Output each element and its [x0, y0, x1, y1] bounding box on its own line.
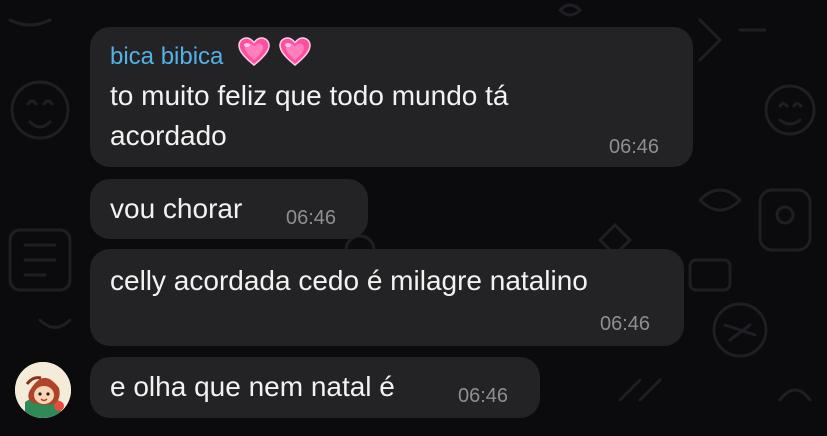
message-bubble[interactable]: bica bibica to muito feliz que todo mund…: [90, 27, 693, 167]
message-text-line-1: to muito feliz que todo mundo tá: [110, 80, 509, 111]
message-timestamp: 06:46: [600, 313, 651, 335]
message-timestamp: 06:46: [458, 385, 509, 407]
message-bubble[interactable]: e olha que nem natal é 06:46: [90, 357, 540, 418]
message-text: celly acordada cedo é milagre natalino: [110, 265, 588, 296]
sender-avatar[interactable]: [15, 362, 71, 418]
message-text-line-2: acordado: [110, 120, 227, 151]
avatar-illustration: [15, 362, 71, 418]
message-timestamp: 06:46: [609, 136, 660, 158]
heart-icon: [238, 37, 270, 66]
message-timestamp: 06:46: [286, 207, 337, 229]
message-text: e olha que nem natal é: [110, 371, 395, 402]
message-bubble[interactable]: vou chorar 06:46: [90, 179, 368, 239]
heart-icon: [278, 37, 311, 66]
message-text: vou chorar: [110, 193, 243, 224]
message-bubble[interactable]: celly acordada cedo é milagre natalino 0…: [90, 249, 684, 346]
sender-name[interactable]: bica bibica: [110, 43, 223, 70]
sender-name-row: bica bibica: [110, 37, 313, 74]
sparkling-heart-icon: [238, 37, 313, 74]
